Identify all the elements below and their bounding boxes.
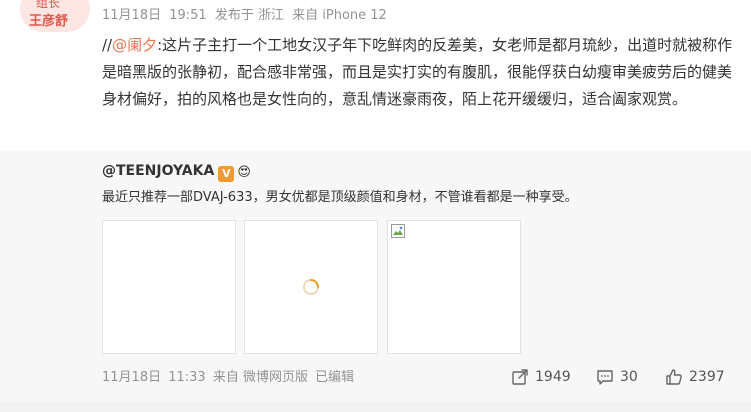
share-icon bbox=[512, 369, 528, 385]
repost-prefix: // bbox=[102, 36, 113, 54]
image-thumbnail-2[interactable] bbox=[244, 220, 378, 354]
image-thumbnail-3[interactable] bbox=[387, 220, 521, 354]
repost-username[interactable]: @TEENJOYAKA bbox=[102, 163, 214, 179]
repost-date[interactable]: 11月18日 bbox=[102, 370, 161, 385]
repost-meta: 11月18日 11:33 来自 微博网页版 已编辑 bbox=[102, 369, 357, 387]
thumbs-up-icon bbox=[666, 369, 682, 385]
share-button[interactable]: 1949 bbox=[511, 367, 571, 387]
repost-text: 最近只推荐一部DVAJ-633，男女优都是顶级颜值和身材，不管谁看都是一种享受。 bbox=[102, 190, 578, 205]
repost-user: @TEENJOYAKA V 😍 bbox=[102, 161, 251, 182]
heart-eyes-emoji-icon: 😍 bbox=[237, 165, 251, 180]
comment-count: 30 bbox=[620, 369, 638, 385]
image-thumbnail-1[interactable] bbox=[102, 220, 236, 354]
post-location: 发布于 浙江 bbox=[214, 8, 284, 23]
comment-icon bbox=[597, 370, 613, 385]
broken-image-icon bbox=[391, 224, 405, 238]
share-count: 1949 bbox=[535, 369, 571, 385]
badge-name[interactable]: 王彦舒 bbox=[29, 14, 68, 30]
like-button[interactable]: 2397 bbox=[665, 367, 725, 387]
loading-spinner-icon bbox=[303, 279, 319, 295]
reposted-post: @TEENJOYAKA V 😍 最近只推荐一部DVAJ-633，男女优都是顶级颜值和… bbox=[0, 151, 751, 412]
post-date[interactable]: 11月18日 bbox=[102, 8, 161, 23]
badge-title: 组长 bbox=[36, 0, 61, 10]
repost-time[interactable]: 11:33 bbox=[168, 370, 205, 385]
weibo-post: 组长 王彦舒 11月18日 19:51 发布于 浙江 来自 iPhone 12 … bbox=[0, 0, 751, 412]
post-source: 来自 iPhone 12 bbox=[292, 8, 387, 23]
post-meta: 11月18日 19:51 发布于 浙江 来自 iPhone 12 bbox=[102, 7, 391, 25]
post-body: //@阑夕:这片子主打一个工地女汉子年下吃鲜肉的反差美，女老师是都月琉紗，出道时… bbox=[102, 32, 742, 113]
divider bbox=[0, 402, 751, 412]
edited-label[interactable]: 已编辑 bbox=[315, 370, 354, 385]
comment-button[interactable]: 30 bbox=[596, 367, 638, 387]
verified-badge-icon: V bbox=[218, 166, 235, 182]
repost-source: 来自 微博网页版 bbox=[212, 370, 308, 385]
like-count: 2397 bbox=[689, 369, 725, 385]
mention-link[interactable]: @阑夕 bbox=[112, 36, 157, 54]
post-time[interactable]: 19:51 bbox=[169, 8, 206, 23]
post-text: :这片子主打一个工地女汉子年下吃鲜肉的反差美，女老师是都月琉紗，出道时就被称作是… bbox=[102, 36, 733, 108]
